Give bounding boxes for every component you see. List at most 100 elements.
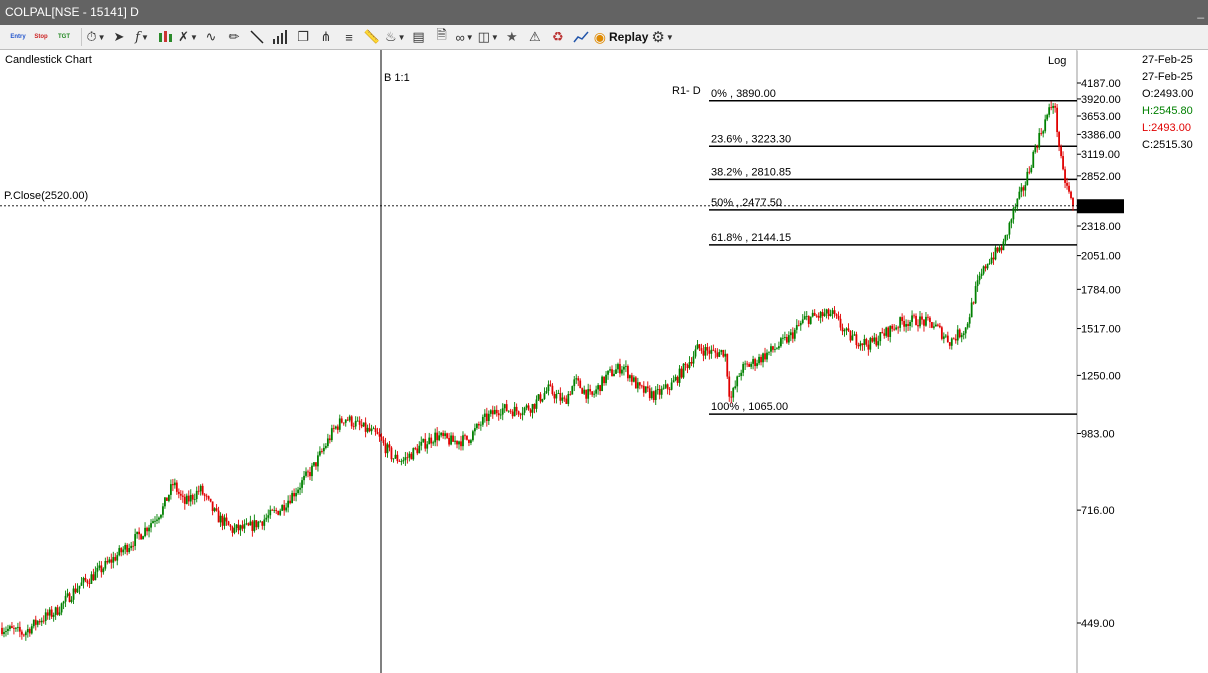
candle-body xyxy=(887,327,890,337)
candle-body xyxy=(16,626,19,628)
price-chart[interactable]: 0% , 3890.00 23.6% , 3223.30 38.2% , 2810.… xyxy=(0,50,1140,673)
candle xyxy=(223,514,226,530)
candle xyxy=(76,583,79,594)
candle xyxy=(799,320,802,331)
candle xyxy=(80,577,83,586)
price-axis-tick-label: 2318.00 xyxy=(1081,221,1121,233)
candle-body xyxy=(309,472,311,477)
scale-mode-label[interactable]: Log xyxy=(1048,55,1066,67)
scan-button[interactable]: ▤ xyxy=(409,27,429,47)
settings-button[interactable]: ⚙ ▼ xyxy=(651,27,673,47)
candle-body xyxy=(418,445,421,454)
candle xyxy=(791,327,794,343)
candle xyxy=(136,531,139,539)
wave-button[interactable]: ∿ xyxy=(201,27,221,47)
candle xyxy=(82,576,85,589)
fork-button[interactable]: ⋔ xyxy=(316,27,336,47)
candle-body xyxy=(9,626,11,629)
star-icon: ★ xyxy=(505,29,518,44)
candle-body xyxy=(74,588,77,593)
candle xyxy=(783,331,786,341)
candle xyxy=(265,513,268,522)
candle-body xyxy=(966,323,969,328)
candle-body xyxy=(28,629,31,634)
line-chart-button[interactable] xyxy=(571,27,591,47)
candle-body xyxy=(255,520,258,528)
candle xyxy=(617,362,619,374)
link-button[interactable]: ∞ ▼ xyxy=(455,27,475,47)
favorite-button[interactable]: ★ xyxy=(502,27,522,47)
indicator-button[interactable]: ⏱ ▼ xyxy=(86,27,106,47)
replay-button[interactable]: ◉ Replay xyxy=(594,27,649,47)
stop-button[interactable]: Stop xyxy=(31,27,51,47)
candle-body xyxy=(265,517,268,520)
candle-body xyxy=(630,375,633,382)
candle xyxy=(865,337,868,347)
candle xyxy=(352,422,355,430)
candle-body xyxy=(513,406,516,417)
layout-icon: ◫ xyxy=(477,29,490,44)
candle xyxy=(750,361,753,370)
fibonacci-retracement[interactable]: 0% , 3890.00 23.6% , 3223.30 38.2% , 2810.… xyxy=(709,88,1077,415)
candle xyxy=(74,583,77,594)
candle xyxy=(283,500,286,516)
candle-body xyxy=(750,363,753,367)
candle xyxy=(841,323,844,336)
candle xyxy=(213,507,216,513)
candle xyxy=(805,311,808,321)
candle-body xyxy=(613,373,615,377)
volume-button[interactable] xyxy=(270,27,290,47)
chart-area[interactable]: 0% , 3890.00 23.6% , 3223.30 38.2% , 2810.… xyxy=(0,50,1208,673)
candle xyxy=(34,615,37,631)
ruler-button[interactable]: 📏 xyxy=(362,27,382,47)
chart-type-button[interactable] xyxy=(155,27,175,47)
crosshair-button[interactable]: ✗ ▼ xyxy=(178,27,198,47)
candle xyxy=(547,380,550,396)
candle-body xyxy=(1038,133,1041,148)
candle-body xyxy=(563,397,566,399)
study-button[interactable]: f ▼ xyxy=(132,27,152,47)
candle-body xyxy=(289,500,292,504)
candle-body xyxy=(670,382,673,390)
candle-body xyxy=(557,393,560,395)
layout-button[interactable]: ◫ ▼ xyxy=(478,27,499,47)
alert-button[interactable]: ⚠ xyxy=(525,27,545,47)
entry-button[interactable]: Entry xyxy=(8,27,28,47)
minimize-button[interactable]: _ xyxy=(1197,0,1204,25)
cube-button[interactable]: ❐ xyxy=(293,27,313,47)
candle xyxy=(88,578,91,589)
candle-body xyxy=(720,350,723,353)
previous-close-label: P.Close(2520.00) xyxy=(4,190,88,202)
candle xyxy=(545,387,548,394)
candle xyxy=(972,301,975,305)
candle xyxy=(124,542,127,555)
candle xyxy=(96,562,99,578)
trendline-button[interactable] xyxy=(247,27,267,47)
pencil-button[interactable]: ✏ xyxy=(224,27,244,47)
candle-body xyxy=(440,432,443,436)
candle xyxy=(1024,181,1027,197)
candle-body xyxy=(229,525,232,527)
candle-body xyxy=(927,316,929,318)
pointer-button[interactable]: ➤ xyxy=(109,27,129,47)
trash-button[interactable]: ♻ xyxy=(548,27,568,47)
candle-body xyxy=(589,389,592,392)
candle-body xyxy=(241,525,244,529)
paint-button[interactable]: ♨ ▼ xyxy=(385,27,406,47)
candle xyxy=(984,264,987,272)
hline-button[interactable]: ≡ xyxy=(339,27,359,47)
price-axis-tick-label: 983.00 xyxy=(1081,428,1115,440)
target-button[interactable]: TGT xyxy=(54,27,74,47)
candle-body xyxy=(462,435,464,447)
candle-body xyxy=(322,447,325,452)
candle xyxy=(438,431,441,442)
candle xyxy=(148,524,150,538)
candle-body xyxy=(336,426,339,430)
document-button[interactable]: 🗎 xyxy=(432,27,452,47)
candle xyxy=(728,371,731,402)
candle xyxy=(122,546,125,556)
candle xyxy=(905,319,907,333)
candle-body xyxy=(483,413,486,417)
candle-body xyxy=(960,335,963,338)
candle-body xyxy=(15,627,17,629)
